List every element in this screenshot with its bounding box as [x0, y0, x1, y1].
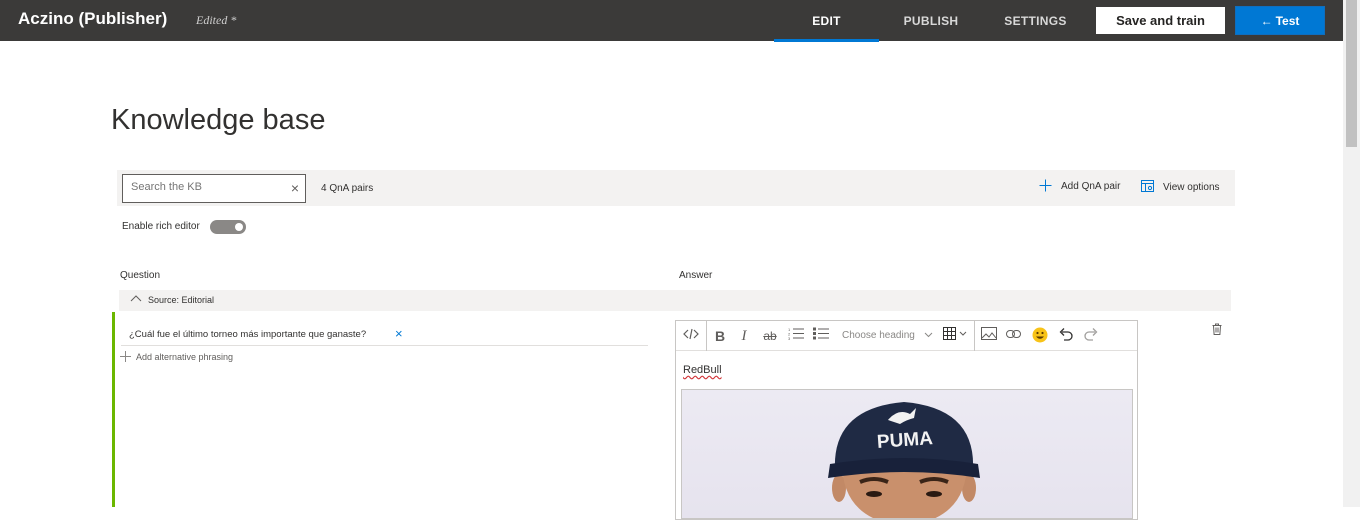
answer-image: PUMA — [681, 389, 1133, 519]
test-button-label: Test — [1275, 13, 1300, 28]
heading-select[interactable]: Choose heading — [842, 330, 933, 341]
toolbar-separator — [706, 321, 707, 351]
remove-question-icon[interactable]: × — [395, 326, 403, 341]
close-icon[interactable]: × — [291, 180, 299, 196]
save-and-train-button[interactable]: Save and train — [1096, 7, 1225, 34]
person-photo-illustration — [828, 402, 980, 518]
search-box: × — [122, 174, 306, 203]
numbered-list-icon[interactable]: 123 — [787, 327, 805, 345]
qna-count: 4 QnA pairs — [321, 183, 374, 194]
plus-icon — [120, 350, 131, 364]
rich-editor-label: Enable rich editor — [122, 221, 200, 232]
view-options-label: View options — [1163, 182, 1220, 193]
trash-icon[interactable] — [1212, 322, 1222, 340]
kb-toolbar: × 4 QnA pairs Add QnA pair View options — [117, 170, 1235, 206]
page-scrollbar[interactable] — [1343, 0, 1360, 507]
add-qna-pair-button[interactable]: Add QnA pair — [1039, 178, 1120, 195]
answer-text[interactable]: RedBull — [683, 364, 722, 376]
add-alternative-phrasing-button[interactable]: Add alternative phrasing — [120, 350, 233, 364]
answer-column-header: Answer — [679, 270, 713, 281]
top-bar: Aczino (Publisher) Edited * EDIT PUBLISH… — [0, 0, 1343, 42]
code-view-icon[interactable] — [682, 327, 700, 345]
tab-edit[interactable]: EDIT — [774, 0, 879, 41]
chevron-up-icon[interactable] — [130, 293, 142, 305]
qna-pair-indicator — [112, 312, 115, 507]
add-alternative-phrasing-label: Add alternative phrasing — [136, 352, 234, 362]
source-label: Source: Editorial — [148, 295, 215, 305]
svg-text:3: 3 — [788, 336, 791, 340]
redo-icon[interactable] — [1082, 327, 1100, 345]
image-icon[interactable] — [980, 327, 998, 345]
question-text[interactable]: ¿Cuál fue el último torneo más important… — [129, 329, 366, 340]
edited-status: Edited * — [196, 13, 237, 27]
answer-editor: B I ab 123 Choose heading RedBull PUMA — [675, 320, 1138, 520]
editor-toolbar: B I ab 123 Choose heading — [676, 321, 1137, 351]
toolbar-separator — [974, 321, 975, 351]
link-icon[interactable] — [1005, 327, 1023, 345]
tab-settings[interactable]: SETTINGS — [983, 0, 1088, 41]
tab-publish[interactable]: PUBLISH — [879, 0, 983, 41]
app-title: Aczino (Publisher) — [18, 9, 168, 28]
add-qna-pair-label: Add QnA pair — [1061, 181, 1121, 192]
plus-icon — [1039, 178, 1052, 195]
toggle-knob — [235, 223, 243, 231]
test-button[interactable]: ← Test — [1235, 6, 1325, 35]
active-tab-indicator — [774, 39, 879, 42]
arrow-left-icon: ← — [1260, 13, 1273, 28]
italic-icon[interactable]: I — [736, 327, 752, 345]
emoji-icon[interactable] — [1031, 327, 1049, 345]
question-column-header: Question — [120, 270, 161, 281]
bulleted-list-icon[interactable] — [812, 327, 830, 345]
view-options-button[interactable]: View options — [1141, 180, 1220, 195]
strikethrough-icon[interactable]: ab — [762, 327, 778, 345]
undo-icon[interactable] — [1056, 327, 1074, 345]
heading-select-label: Choose heading — [842, 330, 915, 341]
page-title: Knowledge base — [111, 104, 326, 136]
bold-icon[interactable]: B — [712, 327, 728, 345]
source-group-header[interactable]: Source: Editorial — [119, 290, 1231, 311]
view-options-icon — [1141, 180, 1154, 195]
rich-editor-toggle[interactable] — [210, 220, 246, 234]
scrollbar-thumb[interactable] — [1346, 0, 1357, 147]
search-input[interactable] — [131, 181, 281, 193]
question-divider — [121, 345, 648, 346]
table-icon[interactable] — [943, 327, 969, 345]
